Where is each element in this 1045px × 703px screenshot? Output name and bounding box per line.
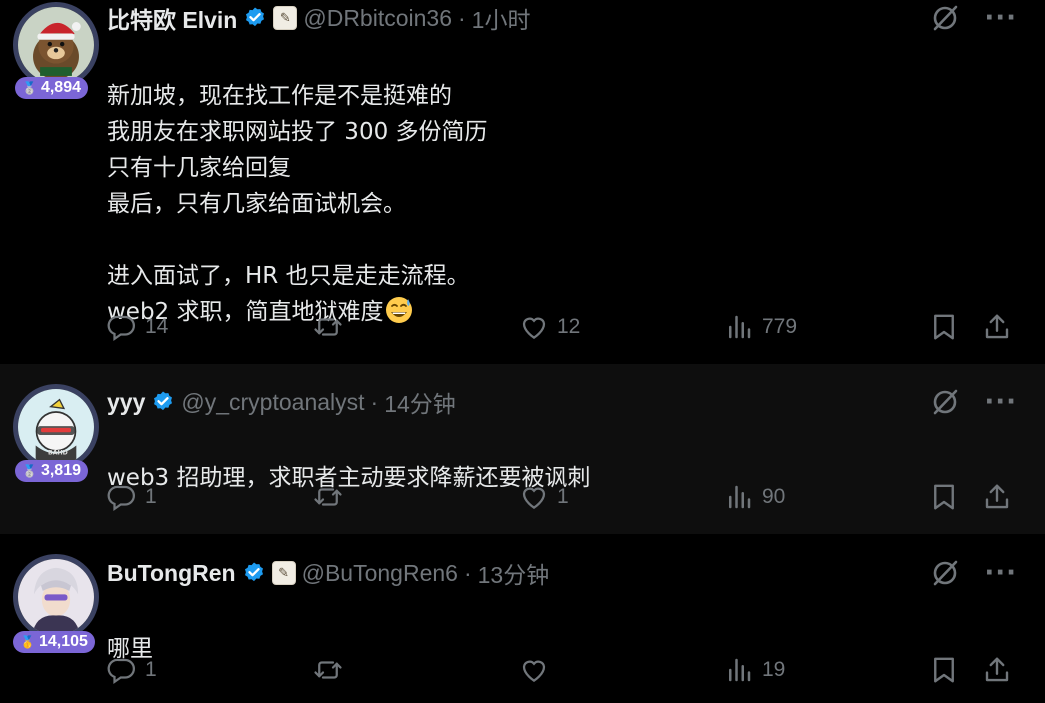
share-button[interactable] — [982, 310, 1012, 344]
medal-icon: 🥇 — [20, 635, 35, 649]
post-time[interactable]: 14分钟 — [384, 385, 456, 419]
reply-icon — [107, 315, 135, 342]
grok-icon[interactable] — [930, 558, 960, 588]
post-corner-actions: ··· — [930, 558, 1017, 588]
post-header: BuTongRen ✎ @BuTongRen6 · 13分钟 — [107, 556, 550, 590]
post[interactable]: 🥇 14,105 BuTongRen ✎ @BuTongRen6 · 13分钟 … — [0, 534, 1045, 703]
bookmark-button[interactable] — [929, 310, 959, 344]
avatar[interactable] — [13, 554, 99, 640]
post-time[interactable]: 1小时 — [472, 1, 531, 35]
repost-icon — [314, 488, 342, 506]
post[interactable]: BAHD 🥈 3,819 yyy @y_cryptoanalyst · 14分钟… — [0, 364, 1045, 534]
post-text: 新加坡，现在找工作是不是挺难的 我朋友在求职网站投了 300 多份简历 只有十几… — [107, 42, 488, 330]
author-name[interactable]: 比特欧 Elvin — [107, 1, 237, 35]
meta-separator: · — [370, 388, 379, 415]
bookmark-button[interactable] — [929, 653, 959, 687]
avatar[interactable] — [13, 2, 99, 88]
author-name[interactable]: BuTongRen — [107, 560, 236, 587]
repost-button[interactable] — [313, 653, 351, 687]
repost-icon — [314, 661, 342, 679]
like-button[interactable]: 12 — [519, 310, 580, 344]
bookmark-icon — [934, 484, 954, 510]
score-badge: 🥈 3,819 — [15, 460, 88, 482]
views-button[interactable]: 779 — [724, 310, 797, 344]
like-count: 12 — [557, 315, 581, 338]
like-icon — [522, 487, 546, 509]
like-button[interactable]: 1 — [519, 480, 569, 514]
reply-button[interactable]: 14 — [107, 310, 168, 344]
post-actions: 1 1 90 — [107, 480, 1017, 514]
medal-icon: 🥈 — [22, 464, 37, 478]
avatar[interactable]: BAHD — [13, 384, 99, 470]
score-badge-count: 4,894 — [40, 79, 81, 96]
like-count: 1 — [557, 485, 569, 508]
views-count: 779 — [762, 315, 798, 338]
reply-count: 1 — [145, 485, 157, 508]
score-badge-count: 14,105 — [38, 633, 88, 650]
reply-count: 1 — [145, 658, 157, 681]
meta-separator: · — [458, 4, 466, 31]
bookmark-icon — [934, 314, 954, 340]
repost-icon — [314, 318, 342, 336]
reply-count: 14 — [145, 315, 169, 338]
share-button[interactable] — [982, 480, 1012, 514]
author-name[interactable]: yyy — [107, 389, 145, 416]
meta-separator: · — [463, 559, 472, 586]
author-handle[interactable]: @y_cryptoanalyst — [181, 389, 364, 416]
repost-button[interactable] — [313, 480, 351, 514]
post-corner-actions: ··· — [930, 3, 1017, 33]
reply-button[interactable]: 1 — [107, 480, 157, 514]
score-badge-count: 3,819 — [40, 462, 81, 479]
post[interactable]: 🥈 4,894 比特欧 Elvin ✎ @DRbitcoin36 · 1小时 ·… — [0, 0, 1045, 364]
bookmark-button[interactable] — [929, 480, 959, 514]
grok-icon[interactable] — [930, 3, 960, 33]
reply-icon — [107, 658, 135, 685]
post-header: yyy @y_cryptoanalyst · 14分钟 — [107, 385, 456, 419]
verified-icon — [244, 562, 263, 582]
post-text-content: 新加坡，现在找工作是不是挺难的 我朋友在求职网站投了 300 多份简历 只有十几… — [107, 83, 488, 325]
views-icon — [729, 485, 751, 509]
share-icon — [985, 484, 1009, 509]
views-button[interactable]: 90 — [724, 480, 785, 514]
medal-icon: 🥈 — [22, 81, 37, 95]
author-handle[interactable]: @DRbitcoin36 — [303, 5, 452, 32]
views-count: 19 — [762, 658, 786, 681]
author-handle[interactable]: @BuTongRen6 — [302, 560, 458, 587]
views-icon — [729, 658, 751, 682]
post-time[interactable]: 13分钟 — [478, 556, 550, 590]
verified-icon — [154, 391, 173, 411]
share-button[interactable] — [982, 653, 1012, 687]
views-button[interactable]: 19 — [724, 653, 785, 687]
score-badge: 🥈 4,894 — [15, 77, 88, 99]
svg-text:BAHD: BAHD — [48, 449, 68, 456]
repost-button[interactable] — [313, 310, 351, 344]
score-badge: 🥇 14,105 — [13, 631, 95, 653]
scroll-badge-icon[interactable]: ✎ — [273, 6, 298, 30]
like-icon — [522, 317, 546, 339]
scroll-badge-icon[interactable]: ✎ — [271, 561, 296, 585]
post-actions: 1 19 — [107, 653, 1017, 687]
avatar-image: BAHD — [18, 389, 94, 465]
views-count: 90 — [762, 485, 786, 508]
share-icon — [985, 657, 1009, 682]
share-icon — [985, 314, 1009, 339]
views-icon — [729, 315, 751, 339]
avatar-image — [18, 559, 94, 635]
reply-icon — [107, 485, 135, 512]
more-icon[interactable]: ··· — [984, 5, 1017, 31]
post-header: 比特欧 Elvin ✎ @DRbitcoin36 · 1小时 — [107, 1, 531, 35]
post-actions: 14 12 779 — [107, 310, 1017, 344]
grok-icon[interactable] — [930, 387, 960, 417]
more-icon[interactable]: ··· — [984, 560, 1017, 586]
like-icon — [522, 660, 546, 682]
like-button[interactable] — [519, 653, 557, 687]
more-icon[interactable]: ··· — [984, 389, 1017, 415]
bookmark-icon — [934, 657, 954, 683]
avatar-image — [18, 7, 94, 83]
verified-icon — [246, 7, 265, 27]
reply-button[interactable]: 1 — [107, 653, 157, 687]
post-corner-actions: ··· — [930, 387, 1017, 417]
